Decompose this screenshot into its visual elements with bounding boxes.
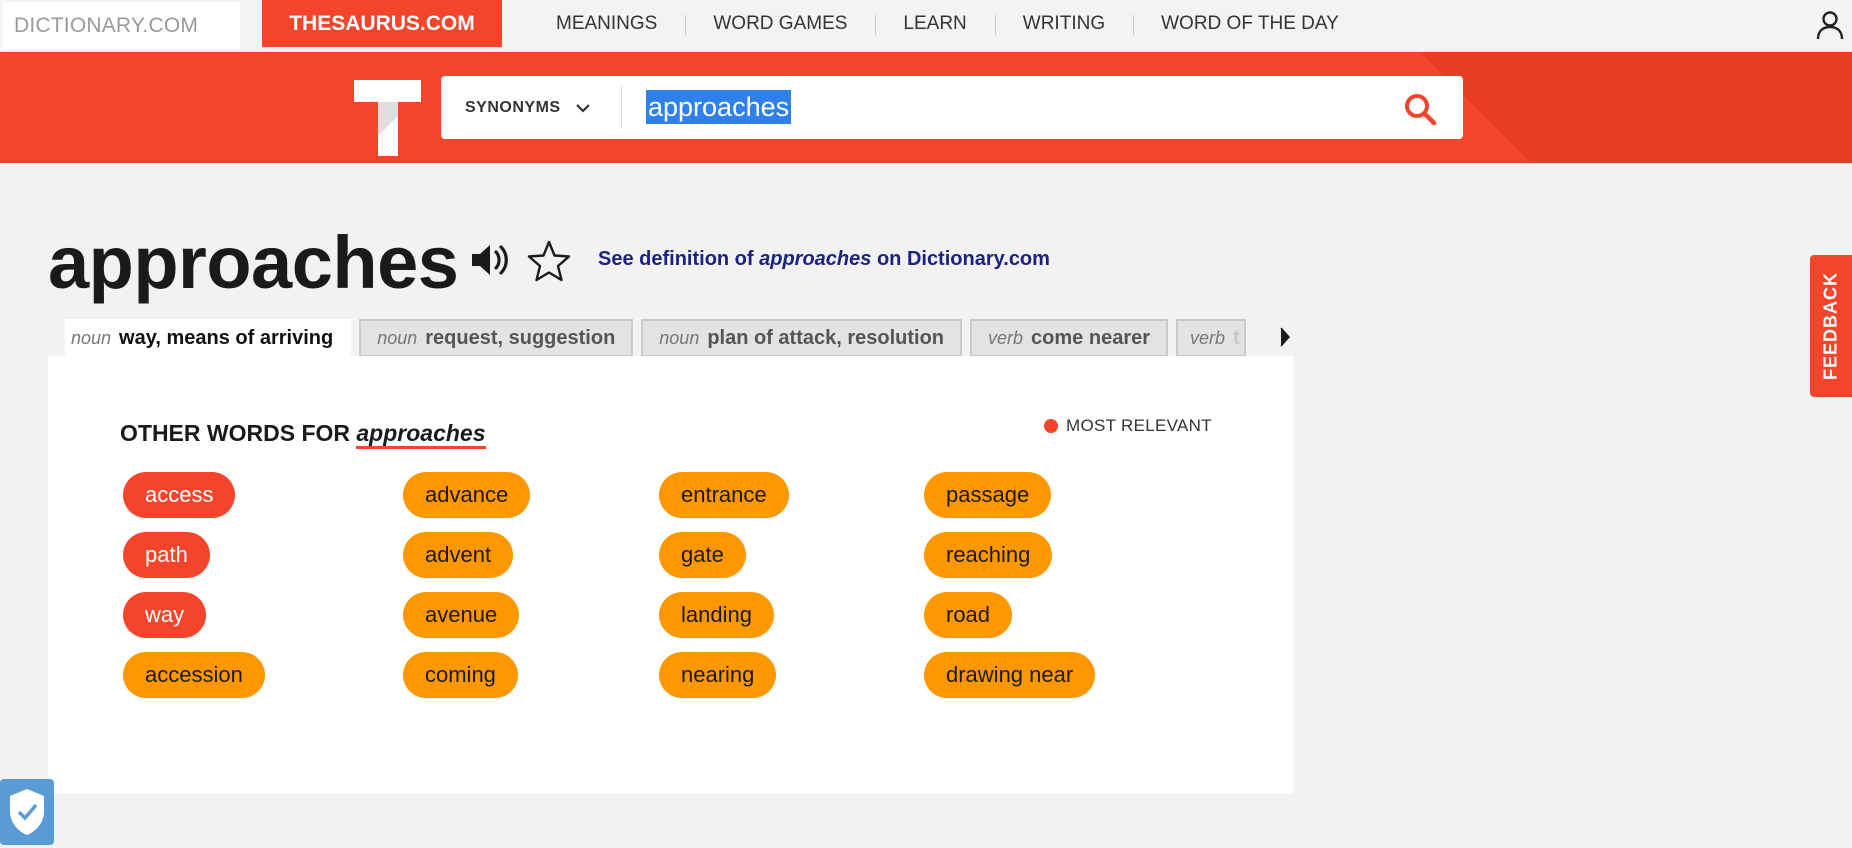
section-title: OTHER WORDS FOR approaches: [120, 420, 486, 449]
see-definition-word: approaches: [759, 248, 872, 270]
sense-pos: noun: [71, 327, 112, 348]
relevance-legend: MOST RELEVANT: [1044, 416, 1212, 436]
star-icon[interactable]: [524, 237, 574, 285]
sense-tab-request-suggestion[interactable]: noun request, suggestion: [359, 319, 634, 357]
nav-word-games[interactable]: WORD GAMES: [685, 0, 875, 48]
sense-label: way, means of arriving: [119, 326, 334, 349]
synonym-nearing[interactable]: nearing: [659, 652, 777, 698]
chevron-down-icon: [575, 103, 590, 113]
see-definition-suffix: on Dictionary.com: [871, 248, 1050, 270]
legend-dot-icon: [1044, 419, 1058, 433]
sense-label: t: [1233, 326, 1240, 349]
synonym-accession[interactable]: accession: [123, 652, 265, 698]
synonym-access[interactable]: access: [123, 472, 236, 518]
see-definition-link[interactable]: See definition of approaches on Dictiona…: [598, 248, 1050, 271]
synonym-drawing-near[interactable]: drawing near: [924, 652, 1096, 698]
synonym-path[interactable]: path: [123, 532, 210, 578]
section-title-word: approaches: [356, 420, 486, 449]
search-bar: SYNONYMS approaches: [441, 76, 1463, 139]
feedback-button[interactable]: FEEDBACK: [1810, 255, 1852, 397]
sense-label: request, suggestion: [425, 326, 616, 349]
legend-label[interactable]: MOST RELEVANT: [1066, 416, 1212, 436]
synonym-avenue[interactable]: avenue: [403, 592, 520, 638]
see-definition-prefix: See definition of: [598, 248, 760, 270]
synonym-advent[interactable]: advent: [403, 532, 514, 578]
synonyms-card: OTHER WORDS FOR approaches MOST RELEVANT…: [48, 356, 1293, 794]
top-navigation: DICTIONARY.COM THESAURUS.COM MEANINGS WO…: [0, 0, 1852, 52]
sense-tab-come-nearer[interactable]: verb come nearer: [970, 319, 1169, 357]
sense-tab-truncated[interactable]: verb t: [1176, 319, 1247, 357]
synonym-gate[interactable]: gate: [659, 532, 746, 578]
sense-tab-plan-of-attack[interactable]: noun plan of attack, resolution: [641, 319, 963, 357]
synonym-entrance[interactable]: entrance: [659, 472, 789, 518]
synonym-coming[interactable]: coming: [403, 652, 518, 698]
sense-pos: verb: [988, 327, 1024, 348]
shield-icon[interactable]: [0, 775, 54, 845]
feedback-label: FEEDBACK: [1820, 271, 1841, 381]
page-title: approaches: [48, 221, 459, 304]
synonyms-dropdown[interactable]: SYNONYMS: [451, 76, 627, 139]
synonym-road[interactable]: road: [924, 592, 1013, 638]
nav-word-of-the-day[interactable]: WORD OF THE DAY: [1133, 0, 1367, 48]
thesaurus-logo-icon[interactable]: [350, 76, 425, 161]
sense-tabs: noun way, means of arriving noun request…: [65, 318, 1254, 358]
search-header: SYNONYMS approaches: [0, 52, 1852, 163]
thesaurus-tab[interactable]: THESAURUS.COM: [262, 0, 502, 47]
sense-label: plan of attack, resolution: [707, 326, 945, 349]
dictionary-tab[interactable]: DICTIONARY.COM: [3, 2, 240, 49]
nav-meanings[interactable]: MEANINGS: [528, 0, 685, 48]
nav-writing[interactable]: WRITING: [994, 0, 1133, 48]
user-icon[interactable]: [1816, 10, 1844, 40]
search-input[interactable]: approaches: [646, 90, 792, 124]
sense-label: come nearer: [1031, 326, 1151, 349]
sense-pos: verb: [1190, 327, 1226, 348]
speaker-icon[interactable]: [469, 240, 511, 280]
search-icon[interactable]: [1403, 92, 1437, 126]
nav-learn[interactable]: LEARN: [875, 0, 994, 48]
synonym-advance[interactable]: advance: [403, 472, 531, 518]
nav-links: MEANINGS WORD GAMES LEARN WRITING WORD O…: [528, 0, 1367, 48]
synonym-passage[interactable]: passage: [924, 472, 1052, 518]
sense-pos: noun: [377, 327, 418, 348]
divider: [621, 86, 622, 129]
header-decoration: [1420, 52, 1852, 163]
synonym-reaching[interactable]: reaching: [924, 532, 1053, 578]
chevron-right-icon[interactable]: [1278, 325, 1292, 349]
synonym-way[interactable]: way: [123, 592, 207, 638]
synonym-landing[interactable]: landing: [659, 592, 774, 638]
sense-tab-way-means-of-arriving[interactable]: noun way, means of arriving: [65, 319, 352, 357]
section-title-prefix: OTHER WORDS FOR: [120, 420, 357, 446]
sense-pos: noun: [659, 327, 700, 348]
search-mode-label: SYNONYMS: [465, 98, 561, 116]
